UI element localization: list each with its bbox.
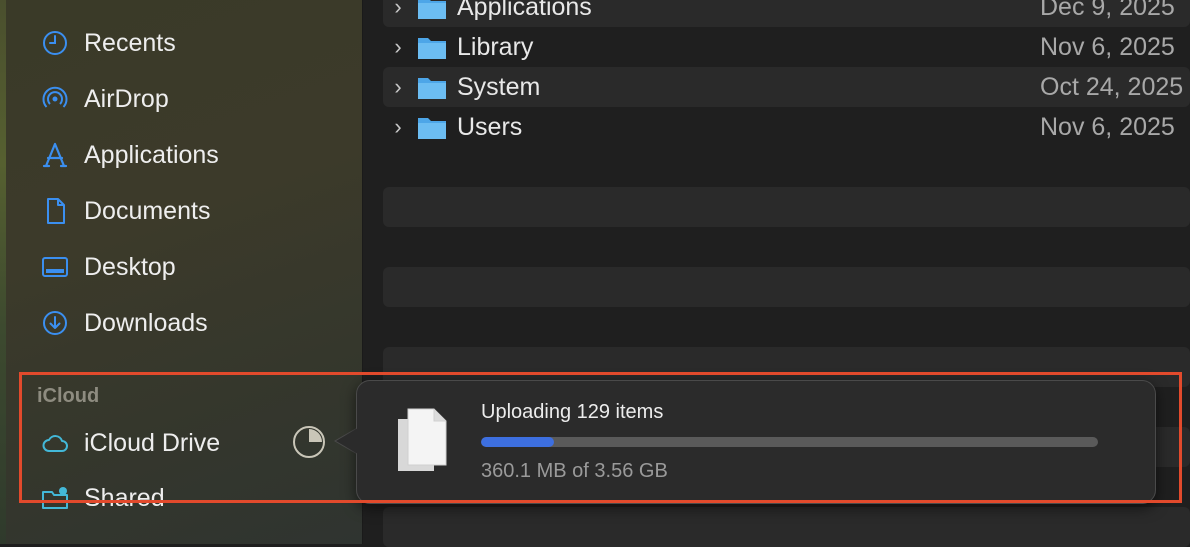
sidebar-item-label: Downloads xyxy=(84,308,208,337)
file-row-users[interactable]: › Users Nov 6, 2025 xyxy=(383,107,1190,147)
download-icon xyxy=(38,306,72,340)
sidebar-item-label: Documents xyxy=(84,196,211,225)
sidebar-edge xyxy=(0,0,6,544)
file-name: Applications xyxy=(457,0,592,21)
sidebar-item-label: Applications xyxy=(84,140,219,169)
folder-icon xyxy=(418,118,446,139)
sync-progress-icon[interactable] xyxy=(292,425,326,459)
shared-folder-icon xyxy=(38,481,72,515)
sidebar-item-label: iCloud Drive xyxy=(84,428,221,457)
sidebar-section-icloud: iCloud xyxy=(37,385,100,407)
file-name: System xyxy=(457,72,541,101)
sidebar-item-label: AirDrop xyxy=(84,84,169,113)
sidebar-item-recents[interactable]: Recents xyxy=(38,23,176,63)
desktop-icon xyxy=(38,250,72,284)
folder-icon xyxy=(418,78,446,99)
sidebar-item-airdrop[interactable]: AirDrop xyxy=(38,79,169,119)
upload-progress-fill xyxy=(481,437,554,447)
chevron-right-icon[interactable]: › xyxy=(383,74,413,100)
file-date: Nov 6, 2025 xyxy=(1040,32,1175,61)
empty-row xyxy=(383,187,1190,227)
upload-detail: 360.1 MB of 3.56 GB xyxy=(481,460,668,482)
documents-stack-icon xyxy=(398,408,447,471)
sidebar-item-shared[interactable]: Shared xyxy=(38,478,165,518)
file-row-applications[interactable]: › Applications Dec 9, 2025 xyxy=(383,0,1190,27)
file-date: Nov 6, 2025 xyxy=(1040,112,1175,141)
file-date: Oct 24, 2025 xyxy=(1040,72,1184,101)
upload-title: Uploading 129 items xyxy=(481,401,664,423)
file-name: Users xyxy=(457,112,523,141)
sidebar-item-label: Shared xyxy=(84,483,165,512)
sidebar-item-label: Desktop xyxy=(84,252,176,281)
upload-progress-bar xyxy=(481,437,1098,447)
file-date: Dec 9, 2025 xyxy=(1040,0,1175,21)
document-icon xyxy=(38,194,72,228)
file-name: Library xyxy=(457,32,534,61)
file-row-system[interactable]: › System Oct 24, 2025 xyxy=(383,67,1190,107)
folder-icon xyxy=(418,0,446,19)
airdrop-icon xyxy=(38,82,72,116)
sidebar-item-applications[interactable]: Applications xyxy=(38,135,219,175)
chevron-right-icon[interactable]: › xyxy=(383,0,413,20)
file-row-library[interactable]: › Library Nov 6, 2025 xyxy=(383,27,1190,67)
folder-icon xyxy=(418,38,446,59)
cloud-icon xyxy=(38,426,72,460)
sidebar: Recents AirDrop Applications Documents D… xyxy=(0,0,363,544)
empty-row xyxy=(383,267,1190,307)
popover-arrow-fill xyxy=(336,428,358,454)
sidebar-item-icloud-drive[interactable]: iCloud Drive xyxy=(38,423,220,463)
chevron-right-icon[interactable]: › xyxy=(383,114,413,140)
sidebar-item-documents[interactable]: Documents xyxy=(38,191,210,231)
empty-row xyxy=(383,507,1190,547)
sidebar-item-desktop[interactable]: Desktop xyxy=(38,247,176,287)
chevron-right-icon[interactable]: › xyxy=(383,34,413,60)
sidebar-item-downloads[interactable]: Downloads xyxy=(38,303,208,343)
applications-icon xyxy=(38,138,72,172)
sidebar-item-label: Recents xyxy=(84,28,176,57)
clock-icon xyxy=(38,26,72,60)
